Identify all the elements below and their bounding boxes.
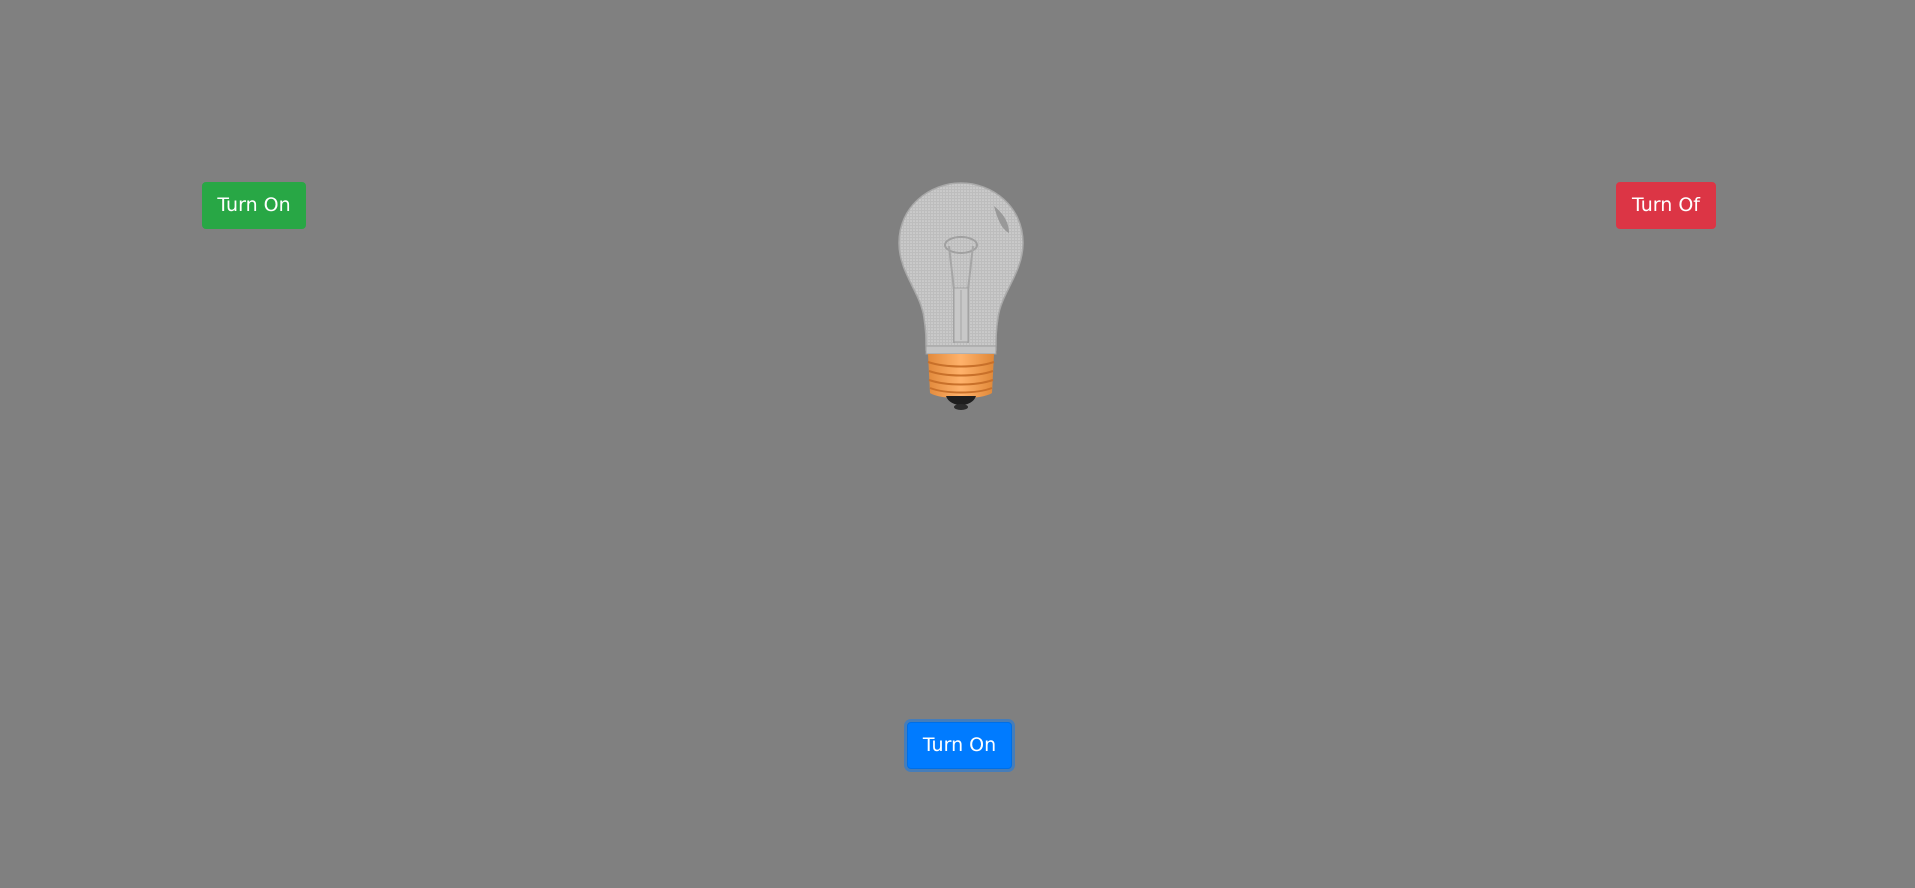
turn-on-button-left[interactable]: Turn On: [202, 182, 306, 229]
lightbulb-icon: [898, 182, 1024, 410]
turn-on-button-bottom[interactable]: Turn On: [907, 722, 1012, 769]
page-stage: Turn On Turn Of Turn On: [0, 0, 1915, 888]
turn-off-button[interactable]: Turn Of: [1616, 182, 1716, 229]
